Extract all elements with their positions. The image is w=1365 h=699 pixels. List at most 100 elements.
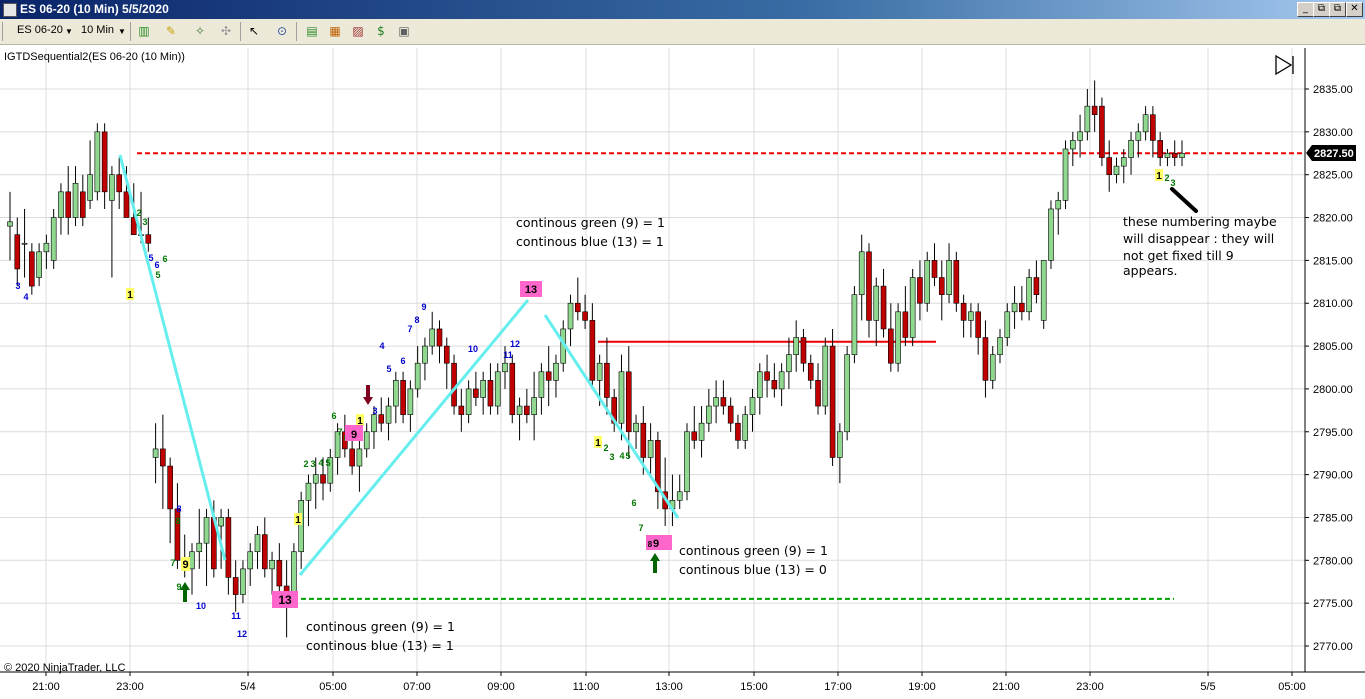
candle-body [960,302,967,321]
candle-body [480,380,486,398]
y-tick-label: 2805.00 [1313,341,1353,353]
sequence-number: 5 [386,364,391,374]
candle-body [1026,277,1032,313]
x-tick-label: 13:00 [655,681,683,693]
candle-body [232,577,239,595]
annotation-4-line-2: will disappear : they will [1123,231,1274,246]
candle-body [116,174,122,193]
candle-body [1091,105,1098,116]
candle-body [7,221,13,227]
candle-body [58,191,64,218]
candle-body [50,217,57,261]
candle-body [123,191,130,218]
candle-body [829,345,836,458]
candle-body [1157,140,1163,158]
sequence-number: 9 [653,538,659,550]
y-tick-label: 2825.00 [1313,170,1353,182]
candle-body [298,500,304,553]
sequence-number: 1 [295,515,301,526]
window-title: ES 06-20 (10 Min) 5/5/2020 [20,2,169,16]
chevron-down-icon[interactable]: ▼ [118,27,126,36]
minimize-button[interactable]: _ [1297,2,1314,17]
candle-body [727,405,734,424]
dollar-icon[interactable]: $ [373,23,389,39]
y-tick-label: 2820.00 [1313,213,1353,225]
candle-body [938,277,945,295]
data-box-icon[interactable]: ▣ [396,23,412,39]
candle-body [575,302,581,313]
candle-body [604,362,610,398]
sequence-number: 7 [638,523,643,533]
sequence-number: 2 [303,459,308,469]
candle-body [516,405,523,415]
candle-body [1019,302,1025,313]
candle-body [742,414,749,441]
candle-body [87,174,93,201]
zoom-icon[interactable]: ⊙ [274,23,290,39]
bar-type-icon[interactable]: ▥ [136,23,152,39]
app-icon [3,3,17,17]
sequence-number: 1 [595,438,601,449]
x-tick-label: 17:00 [824,681,852,693]
interval-selector[interactable]: 10 Min [81,24,114,36]
sequence-number: 2 [136,208,141,218]
candle-body [582,311,588,321]
chart-properties-icon[interactable]: ▨ [350,23,366,39]
candle-body [858,251,865,295]
y-tick-label: 2830.00 [1313,127,1353,139]
sequence-number: 6 [631,498,636,508]
toolbar-separator [296,22,297,41]
cursor-icon[interactable]: ↖ [246,23,262,39]
restore-button[interactable]: ⧉ [1329,2,1346,17]
x-tick-label: 05:00 [319,681,347,693]
y-tick-label: 2775.00 [1313,598,1353,610]
candle-body [633,422,639,433]
y-tick-label: 2780.00 [1313,555,1353,567]
pin-icon[interactable]: ✧ [192,23,208,39]
x-tick-label: 5/4 [240,681,255,693]
candle-body [596,362,603,381]
candle-body [545,371,552,381]
candle-body [880,285,887,330]
close-button[interactable]: ✕ [1346,2,1363,17]
sequence-number: 7 [170,558,175,568]
indicators-icon[interactable]: ▤ [304,23,320,39]
x-tick-label: 07:00 [403,681,431,693]
candle-body [72,182,79,218]
sequence-number: 11 [231,611,241,621]
candle-body [1099,105,1105,158]
candle-body [465,388,472,415]
sequence-number: 7 [407,324,412,334]
y-tick-label: 2785.00 [1313,512,1353,524]
crosshair-icon[interactable]: ✣ [218,23,234,39]
candle-body [851,294,858,355]
maximize-button[interactable]: ⧉ [1313,2,1330,17]
candle-body [735,422,741,441]
indicator-label: IGTDSequential2(ES 06-20 (10 Min)) [4,51,185,63]
chevron-down-icon[interactable]: ▼ [65,27,73,36]
strategies-icon[interactable]: ▦ [327,23,343,39]
candle-body [1040,260,1047,321]
sequence-number: 10 [468,344,478,354]
candle-body [1070,140,1076,150]
copyright-label: © 2020 NinjaTrader, LLC [4,662,125,674]
x-tick-label: 11:00 [573,681,600,693]
candle-body [844,354,850,433]
candle-body [538,371,545,398]
candle-body [269,560,275,570]
candle-body [1048,208,1054,261]
play-icon[interactable] [1275,54,1294,76]
sequence-number: 8 [176,504,181,514]
pencil-icon[interactable]: ✎ [163,23,179,39]
sequence-number: 3 [609,452,614,462]
candle-body [167,465,173,510]
instrument-selector[interactable]: ES 06-20 [17,24,63,36]
candle-body [793,337,799,355]
sequence-number: 9 [182,559,188,571]
candle-body [786,354,792,373]
candle-body [553,362,559,381]
candle-body [888,328,894,364]
candle-body [152,448,159,458]
price-chart[interactable]: 3456810111245678910111232356879234567823… [0,45,1365,699]
sequence-number: 13 [525,284,537,296]
